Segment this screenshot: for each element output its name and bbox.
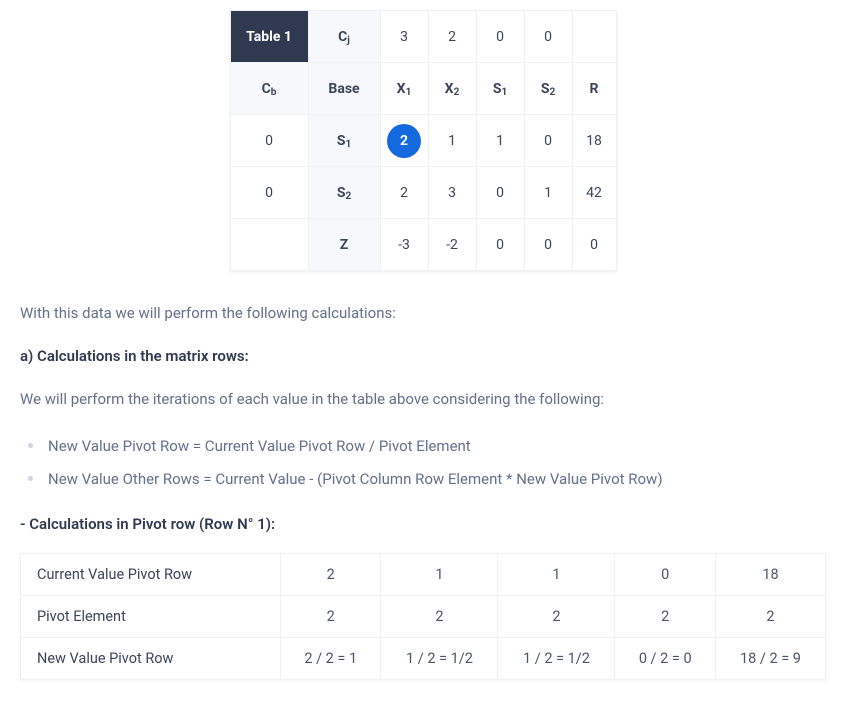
rule-item: New Value Pivot Row = Current Value Pivo… [20,433,826,460]
calc-cell: 1 [381,554,498,596]
cell-value: 1 [476,115,524,167]
empty-cell [230,219,308,271]
calc-cell: 1 / 2 = 1/2 [381,638,498,680]
calc-cell: 0 [615,554,715,596]
cell-value: 3 [428,167,476,219]
col-header: S1 [476,63,524,115]
table1-title: Table 1 [230,11,308,63]
calc-row-label: Pivot Element [21,596,281,638]
z-r-value: 0 [572,219,616,271]
cj-val: 0 [524,11,572,63]
col-header: X2 [428,63,476,115]
cj-val: 2 [428,11,476,63]
cell-value: 1 [524,167,572,219]
pivot-row-heading: - Calculations in Pivot row (Row N° 1): [20,515,826,533]
calc-cell: 2 / 2 = 1 [281,638,381,680]
calc-cell: 2 [281,554,381,596]
calc-cell: 2 [715,596,825,638]
calc-row-label: Current Value Pivot Row [21,554,281,596]
calc-cell: 2 [281,596,381,638]
z-value: 0 [476,219,524,271]
pivot-row-calculation-table: Current Value Pivot Row 2 1 1 0 18 Pivot… [20,553,826,680]
rule-item: New Value Other Rows = Current Value - (… [20,466,826,493]
intro-text: With this data we will perform the follo… [20,301,826,325]
cb-header: Cb [230,63,308,115]
calc-cell: 1 [498,554,615,596]
col-header: X1 [380,63,428,115]
z-value: 0 [524,219,572,271]
empty-cell [572,11,616,63]
base-header: Base [308,63,380,115]
cell-value: 1 [428,115,476,167]
calc-row-label: New Value Pivot Row [21,638,281,680]
z-value: -3 [380,219,428,271]
r-header: R [572,63,616,115]
calc-cell: 0 / 2 = 0 [615,638,715,680]
pivot-element: 2 [380,115,428,167]
cell-value: 2 [380,167,428,219]
cb-value: 0 [230,115,308,167]
calc-cell: 2 [498,596,615,638]
base-value: S2 [308,167,380,219]
r-value: 42 [572,167,616,219]
calc-cell: 18 [715,554,825,596]
cell-value: 0 [524,115,572,167]
z-value: -2 [428,219,476,271]
z-label: Z [308,219,380,271]
iteration-description: We will perform the iterations of each v… [20,387,826,411]
cj-val: 3 [380,11,428,63]
cb-value: 0 [230,167,308,219]
cell-value: 0 [476,167,524,219]
cj-label: Cj [308,11,380,63]
base-value: S1 [308,115,380,167]
calc-cell: 1 / 2 = 1/2 [498,638,615,680]
calc-cell: 18 / 2 = 9 [715,638,825,680]
simplex-table-1: Table 1 Cj 3 2 0 0 Cb Base X1 X2 S1 S2 R… [230,10,617,271]
section-a-heading: a) Calculations in the matrix rows: [20,347,826,365]
calc-cell: 2 [381,596,498,638]
r-value: 18 [572,115,616,167]
calculation-rules: New Value Pivot Row = Current Value Pivo… [20,433,826,493]
cj-val: 0 [476,11,524,63]
col-header: S2 [524,63,572,115]
calc-cell: 2 [615,596,715,638]
